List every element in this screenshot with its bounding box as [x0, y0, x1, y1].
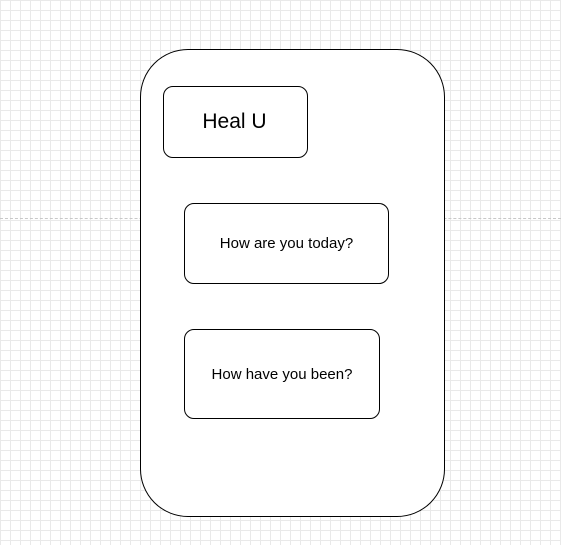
prompt-button-how-have-you-been[interactable]: How have you been?	[184, 329, 380, 419]
app-title-box: Heal U	[163, 86, 308, 158]
prompt-button-how-are-you-today[interactable]: How are you today?	[184, 203, 389, 284]
app-title: Heal U	[202, 110, 267, 133]
prompt-label: How are you today?	[219, 235, 354, 252]
prompt-label: How have you been?	[211, 365, 353, 383]
